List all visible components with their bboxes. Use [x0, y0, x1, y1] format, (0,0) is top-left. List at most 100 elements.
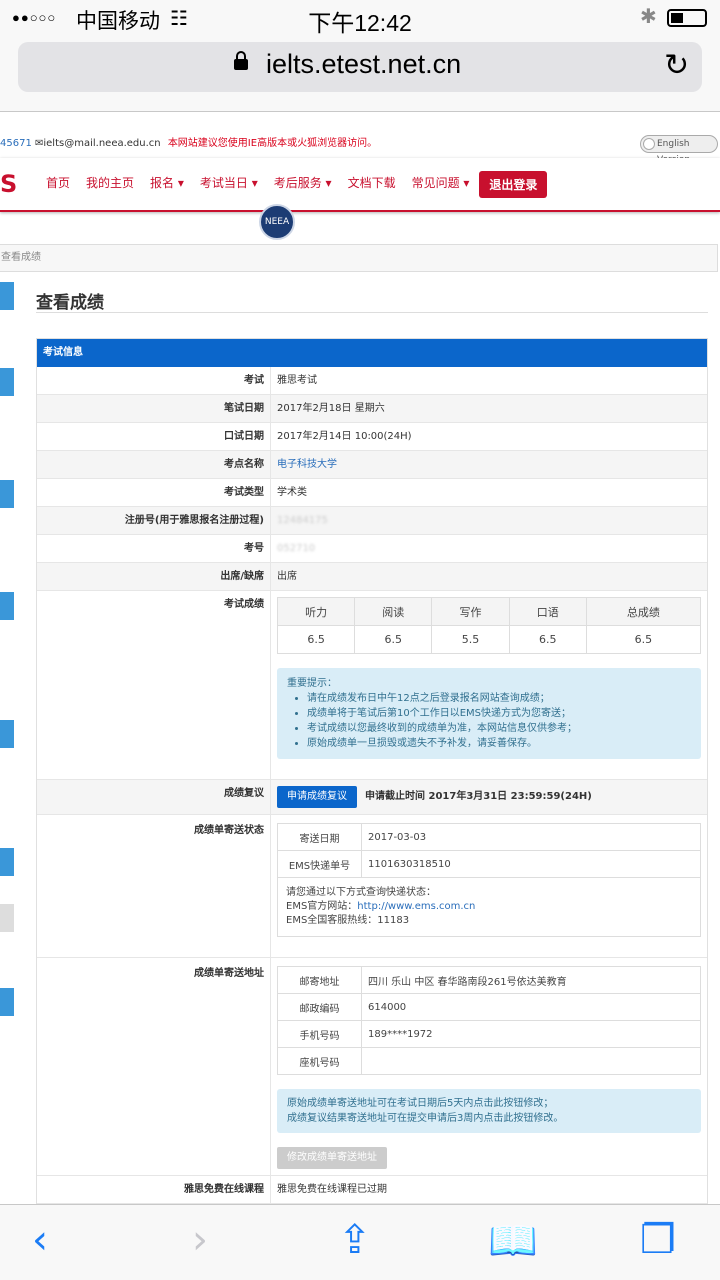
notice-item: 请在成绩发布日中午12点之后登录报名网站查询成绩； [307, 691, 691, 706]
notice-item: 考试成绩以您最终收到的成绩单为准，本网站信息仅供参考； [307, 721, 691, 736]
status-bar: ●●○○○ 中国移动 ☷ 下午12:42 ✱ [0, 0, 720, 36]
exam-info-card: 考试信息 考试 雅思考试 笔试日期 2017年2月18日 星期六 口试日期 2017年… [36, 338, 708, 1204]
nav-home[interactable]: 首页 [38, 171, 78, 198]
page-title: 查看成绩 [36, 293, 104, 313]
address-value: 189****1972 [361, 1020, 701, 1048]
address-value [361, 1047, 701, 1075]
notice-item: 成绩单将于笔试后第10个工作日以EMS快递方式为您寄送； [307, 706, 691, 721]
nav-exam-day[interactable]: 考试当日 ▾ [192, 171, 266, 198]
sidebar-item[interactable] [0, 720, 14, 748]
address-bar: ielts.etest.net.cn ↻ [0, 36, 720, 112]
main-navigation: S 首页 我的主页 报名 ▾ 考试当日 ▾ 考后服务 ▾ 文档下载 常见问题 ▾… [0, 158, 720, 212]
row-value: 出席 [277, 571, 297, 582]
nav-after-exam[interactable]: 考后服务 ▾ [266, 171, 340, 198]
candidate-number: 052710 [277, 543, 316, 554]
share-icon[interactable]: ⇪ [338, 1217, 372, 1263]
score-header: 口语 [508, 597, 587, 626]
row-label: 考点名称 [37, 451, 271, 478]
notice-item: 原始成绩单一旦损毁或遗失不予补发，请妥善保存。 [307, 736, 691, 751]
phone-number: 45671 [0, 138, 32, 149]
row-label: 成绩单寄送地址 [37, 958, 271, 1175]
address-row: 成绩单寄送地址 邮寄地址 四川 乐山 中区 春华路南段261号依达美教育 邮政编码… [37, 958, 707, 1176]
scores-row: 考试成绩 听力 阅读 写作 口语 总成绩 6.5 6.5 5.5 6.5 6.5… [37, 591, 707, 780]
delivery-value: 1101630318510 [361, 850, 701, 878]
bluetooth-icon: ✱ [640, 6, 657, 28]
row-label: 成绩复议 [37, 780, 271, 814]
ems-site-link[interactable]: http://www.ems.com.cn [357, 901, 475, 912]
web-page: 45671 ✉ielts@mail.neea.edu.cn 本网站建议您使用IE… [0, 112, 720, 1204]
nav-downloads[interactable]: 文档下载 [340, 171, 404, 198]
score-value: 6.5 [276, 625, 356, 654]
row-label: 考号 [37, 535, 271, 562]
divider [36, 312, 708, 313]
notice-title: 重要提示： [287, 678, 337, 689]
info-row: 考号 052710 [37, 535, 707, 563]
address-key: 手机号码 [277, 1020, 362, 1048]
row-label: 雅思免费在线课程 [37, 1176, 271, 1203]
url-text: ielts.etest.net.cn [266, 49, 462, 79]
address-key: 座机号码 [277, 1047, 362, 1075]
address-key: 邮寄地址 [277, 966, 362, 994]
browser-warning: 本网站建议您使用IE高版本或火狐浏览器访问。 [167, 138, 378, 149]
info-row: 注册号(用于雅思报名注册过程) 12484175 [37, 507, 707, 535]
ems-site-label: EMS官方网站： [286, 901, 358, 912]
score-header: 写作 [431, 597, 510, 626]
nav-register[interactable]: 报名 ▾ [142, 171, 192, 198]
sidebar-item[interactable] [0, 282, 14, 310]
score-header: 听力 [276, 597, 356, 626]
lock-icon [234, 51, 248, 70]
sidebar-item[interactable] [0, 592, 14, 620]
sidebar-item[interactable] [0, 848, 14, 876]
score-value: 6.5 [508, 625, 587, 654]
course-status: 雅思免费在线课程已过期 [277, 1184, 387, 1195]
site-logo[interactable]: S [0, 170, 17, 198]
info-row: 笔试日期 2017年2月18日 星期六 [37, 395, 707, 423]
score-header: 总成绩 [585, 597, 702, 626]
forward-icon[interactable]: › [192, 1217, 208, 1263]
sidebar-item[interactable] [0, 904, 14, 932]
nav-faq[interactable]: 常见问题 ▾ [404, 171, 478, 198]
nav-my-home[interactable]: 我的主页 [78, 171, 142, 198]
contact-email[interactable]: ✉ielts@mail.neea.edu.cn [35, 138, 161, 149]
ems-hotline: EMS全国客服热线：11183 [286, 915, 410, 926]
tabs-icon[interactable]: ❐ [640, 1217, 676, 1263]
apply-review-button[interactable]: 申请成绩复议 [277, 786, 357, 808]
score-value: 6.5 [585, 625, 702, 654]
score-header: 阅读 [354, 597, 433, 626]
row-label: 考试成绩 [37, 591, 271, 779]
address-value: 四川 乐山 中区 春华路南段261号依达美教育 [361, 966, 701, 994]
back-icon[interactable]: ‹ [32, 1217, 48, 1263]
url-field[interactable]: ielts.etest.net.cn ↻ [18, 42, 702, 92]
delivery-table: 寄送日期 2017-03-03 EMS快递单号 1101630318510 [277, 823, 701, 878]
english-version-toggle[interactable]: English Version [640, 135, 718, 165]
sidebar-item[interactable] [0, 480, 14, 508]
row-label: 注册号(用于雅思报名注册过程) [37, 507, 271, 534]
test-center-link[interactable]: 电子科技大学 [271, 451, 337, 478]
logout-button[interactable]: 退出登录 [479, 171, 548, 198]
edit-address-button[interactable]: 修改成绩单寄送地址 [277, 1147, 387, 1169]
top-info-bar: 45671 ✉ielts@mail.neea.edu.cn 本网站建议您使用IE… [0, 134, 377, 149]
course-row: 雅思免费在线课程 雅思免费在线课程已过期 [37, 1176, 707, 1204]
info-row: 考点名称 电子科技大学 [37, 451, 707, 479]
registration-number: 12484175 [277, 515, 328, 526]
toggle-knob-icon [643, 138, 655, 150]
sidebar-item[interactable] [0, 988, 14, 1016]
review-row: 成绩复议 申请成绩复议 申请截止时间 2017年3月31日 23:59:59(2… [37, 780, 707, 815]
row-label: 出席/缺席 [37, 563, 271, 590]
row-label: 笔试日期 [37, 395, 271, 422]
address-note: 成绩复议结果寄送地址可在提交申请后3周内点击此按钮修改。 [287, 1113, 564, 1124]
important-notice: 重要提示： 请在成绩发布日中午12点之后登录报名网站查询成绩； 成绩单将于笔试后… [277, 668, 701, 759]
reload-icon[interactable]: ↻ [664, 48, 689, 83]
clock: 下午12:42 [308, 10, 412, 36]
row-label: 口试日期 [37, 423, 271, 450]
sidebar-item[interactable] [0, 368, 14, 396]
info-row: 口试日期 2017年2月14日 10:00(24H) [37, 423, 707, 451]
score-table: 听力 阅读 写作 口语 总成绩 6.5 6.5 5.5 6.5 6.5 [276, 597, 702, 654]
address-value: 614000 [361, 993, 701, 1021]
delivery-value: 2017-03-03 [361, 823, 701, 851]
battery-icon [667, 9, 707, 27]
bookmarks-icon[interactable]: 📖 [488, 1217, 538, 1264]
browser-toolbar: ‹ › ⇪ 📖 ❐ [0, 1204, 720, 1280]
address-note: 原始成绩单寄送地址可在考试日期后5天内点击此按钮修改； [287, 1098, 554, 1109]
ems-info-line: 请您通过以下方式查询快递状态： [286, 887, 436, 898]
